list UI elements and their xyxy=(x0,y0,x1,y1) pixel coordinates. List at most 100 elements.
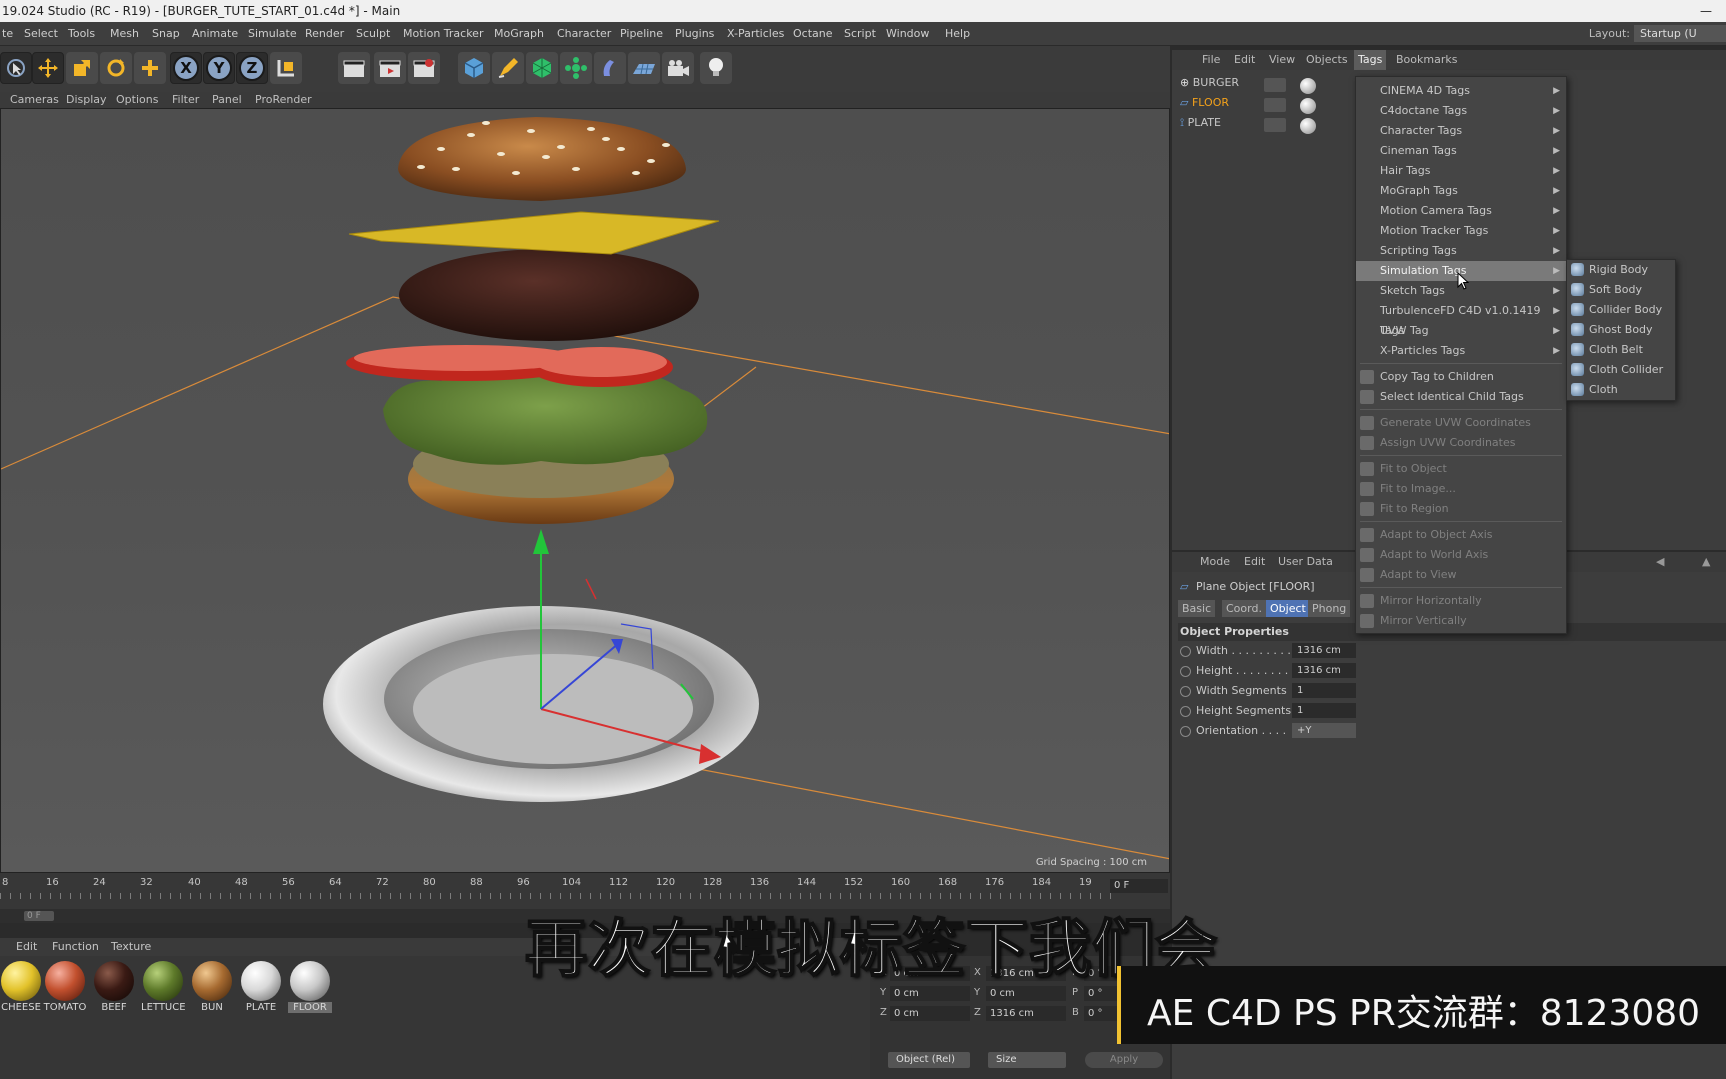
visibility-toggle[interactable] xyxy=(1264,98,1286,112)
apply-button[interactable]: Apply xyxy=(1085,1052,1163,1068)
viewport-menu-panel[interactable]: Panel xyxy=(212,93,242,106)
material-swatch-tomato[interactable]: TOMATO xyxy=(44,960,86,1018)
visibility-toggle[interactable] xyxy=(1264,118,1286,132)
menu-file[interactable]: te xyxy=(2,27,13,40)
submenu-item-soft-body[interactable]: Soft Body xyxy=(1567,280,1675,300)
position-y-field[interactable]: 0 cm xyxy=(890,986,970,1001)
height-segments-field[interactable]: 1 xyxy=(1292,703,1356,718)
rotate-tool-button[interactable] xyxy=(100,52,132,84)
material-swatch-floor[interactable]: FLOOR xyxy=(288,960,332,1018)
menu-item-copy-tag-to-children[interactable]: Copy Tag to Children xyxy=(1356,367,1566,387)
material-menu-edit[interactable]: Edit xyxy=(16,940,37,953)
floor-button[interactable] xyxy=(628,52,660,84)
menu-item-turbulencefd-tags[interactable]: TurbulenceFD C4D v1.0.1419 Tags ▶ xyxy=(1356,301,1566,337)
am-menu-mode[interactable]: Mode xyxy=(1200,555,1230,568)
material-tag-icon[interactable] xyxy=(1300,118,1316,134)
viewport-menu-display[interactable]: Display xyxy=(66,93,107,106)
menu-snap[interactable]: Snap xyxy=(152,27,180,40)
menu-octane[interactable]: Octane xyxy=(793,27,833,40)
move-tool-button[interactable] xyxy=(32,52,64,84)
material-tag-icon[interactable] xyxy=(1300,78,1316,94)
viewport-menu-options[interactable]: Options xyxy=(116,93,158,106)
submenu-item-ghost-body[interactable]: Ghost Body xyxy=(1567,320,1675,340)
z-axis-lock-button[interactable]: Z xyxy=(236,52,268,84)
material-swatch-lettuce[interactable]: LETTUCE xyxy=(141,960,185,1018)
menu-item-hair-tags[interactable]: Hair Tags ▶ xyxy=(1356,161,1566,181)
menu-tools[interactable]: Tools xyxy=(68,27,95,40)
minimize-button[interactable]: — xyxy=(1700,0,1712,22)
orientation-dropdown[interactable]: +Y xyxy=(1292,723,1356,738)
material-menu-texture[interactable]: Texture xyxy=(111,940,151,953)
menu-item-x-particles-tags[interactable]: X-Particles Tags ▶ xyxy=(1356,341,1566,361)
material-swatch-plate[interactable]: PLATE xyxy=(240,960,282,1018)
scale-tool-button[interactable] xyxy=(66,52,98,84)
up-arrow-icon[interactable]: ▲ xyxy=(1702,555,1710,568)
layout-select[interactable]: Startup (U xyxy=(1634,25,1726,42)
menu-mesh[interactable]: Mesh xyxy=(110,27,139,40)
menu-item-select-identical-child-tags[interactable]: Select Identical Child Tags xyxy=(1356,387,1566,407)
menu-item-mograph-tags[interactable]: MoGraph Tags ▶ xyxy=(1356,181,1566,201)
am-menu-user-data[interactable]: User Data xyxy=(1278,555,1333,568)
tab-basic[interactable]: Basic xyxy=(1178,600,1216,617)
tab-object[interactable]: Object xyxy=(1266,600,1310,617)
submenu-item-rigid-body[interactable]: Rigid Body xyxy=(1567,260,1675,280)
submenu-item-cloth-belt[interactable]: Cloth Belt xyxy=(1567,340,1675,360)
menu-item-motion-tracker-tags[interactable]: Motion Tracker Tags ▶ xyxy=(1356,221,1566,241)
menu-window[interactable]: Window xyxy=(886,27,929,40)
om-menu-view[interactable]: View xyxy=(1269,53,1295,66)
render-view-button[interactable] xyxy=(338,52,370,84)
menu-plugins[interactable]: Plugins xyxy=(675,27,714,40)
animate-toggle[interactable] xyxy=(1180,686,1191,697)
visibility-toggle[interactable] xyxy=(1264,78,1286,92)
object-row-burger[interactable]: ⊕ BURGER xyxy=(1180,76,1239,94)
animate-toggle[interactable] xyxy=(1180,726,1191,737)
om-menu-objects[interactable]: Objects xyxy=(1306,53,1348,66)
material-swatch-beef[interactable]: BEEF xyxy=(93,960,135,1018)
viewport-menu-filter[interactable]: Filter xyxy=(172,93,199,106)
menu-simulate[interactable]: Simulate xyxy=(248,27,297,40)
coord-size-dropdown[interactable]: Size xyxy=(988,1052,1066,1068)
coordinate-system-button[interactable] xyxy=(270,52,302,84)
x-axis-lock-button[interactable]: X xyxy=(170,52,202,84)
menu-select[interactable]: Select xyxy=(24,27,58,40)
menu-item-cinema-4d-tags[interactable]: CINEMA 4D Tags ▶ xyxy=(1356,81,1566,101)
menu-item-uvw-tag[interactable]: UVW Tag ▶ xyxy=(1356,321,1566,341)
menu-x-particles[interactable]: X-Particles xyxy=(727,27,784,40)
camera-button[interactable] xyxy=(662,52,694,84)
object-row-plate[interactable]: ⟟ PLATE xyxy=(1180,116,1221,134)
om-menu-bookmarks[interactable]: Bookmarks xyxy=(1396,53,1457,66)
submenu-item-cloth-collider[interactable]: Cloth Collider xyxy=(1567,360,1675,380)
menu-pipeline[interactable]: Pipeline xyxy=(620,27,663,40)
live-selection-button[interactable] xyxy=(0,52,32,84)
cloner-button[interactable] xyxy=(560,52,592,84)
menu-mograph[interactable]: MoGraph xyxy=(494,27,544,40)
menu-script[interactable]: Script xyxy=(844,27,876,40)
material-menu-function[interactable]: Function xyxy=(52,940,99,953)
material-swatch-bun[interactable]: BUN xyxy=(191,960,233,1018)
add-object-button[interactable] xyxy=(134,52,166,84)
material-tag-icon[interactable] xyxy=(1300,98,1316,114)
size-z-field[interactable]: 1316 cm xyxy=(986,1006,1066,1021)
back-arrow-icon[interactable]: ◀ xyxy=(1656,555,1664,568)
coord-mode-dropdown[interactable]: Object (Rel) xyxy=(888,1052,970,1068)
menu-item-cineman-tags[interactable]: Cineman Tags ▶ xyxy=(1356,141,1566,161)
menu-item-scripting-tags[interactable]: Scripting Tags ▶ xyxy=(1356,241,1566,261)
object-row-floor[interactable]: ▱ FLOOR xyxy=(1180,96,1229,114)
submenu-item-collider-body[interactable]: Collider Body xyxy=(1567,300,1675,320)
deformer-button[interactable] xyxy=(594,52,626,84)
pen-button[interactable] xyxy=(492,52,524,84)
width-segments-field[interactable]: 1 xyxy=(1292,683,1356,698)
render-settings-button[interactable] xyxy=(408,52,440,84)
scrubber-handle[interactable]: 0 F xyxy=(24,911,54,921)
om-menu-tags[interactable]: Tags xyxy=(1354,50,1387,70)
animate-toggle[interactable] xyxy=(1180,646,1191,657)
light-button[interactable] xyxy=(700,52,732,84)
menu-help[interactable]: Help xyxy=(945,27,970,40)
width-field[interactable]: 1316 cm xyxy=(1292,643,1356,658)
om-menu-file[interactable]: File xyxy=(1202,53,1220,66)
viewport-menu-prorender[interactable]: ProRender xyxy=(255,93,312,106)
animate-toggle[interactable] xyxy=(1180,706,1191,717)
menu-item-character-tags[interactable]: Character Tags ▶ xyxy=(1356,121,1566,141)
menu-motion-tracker[interactable]: Motion Tracker xyxy=(403,27,483,40)
animate-toggle[interactable] xyxy=(1180,666,1191,677)
